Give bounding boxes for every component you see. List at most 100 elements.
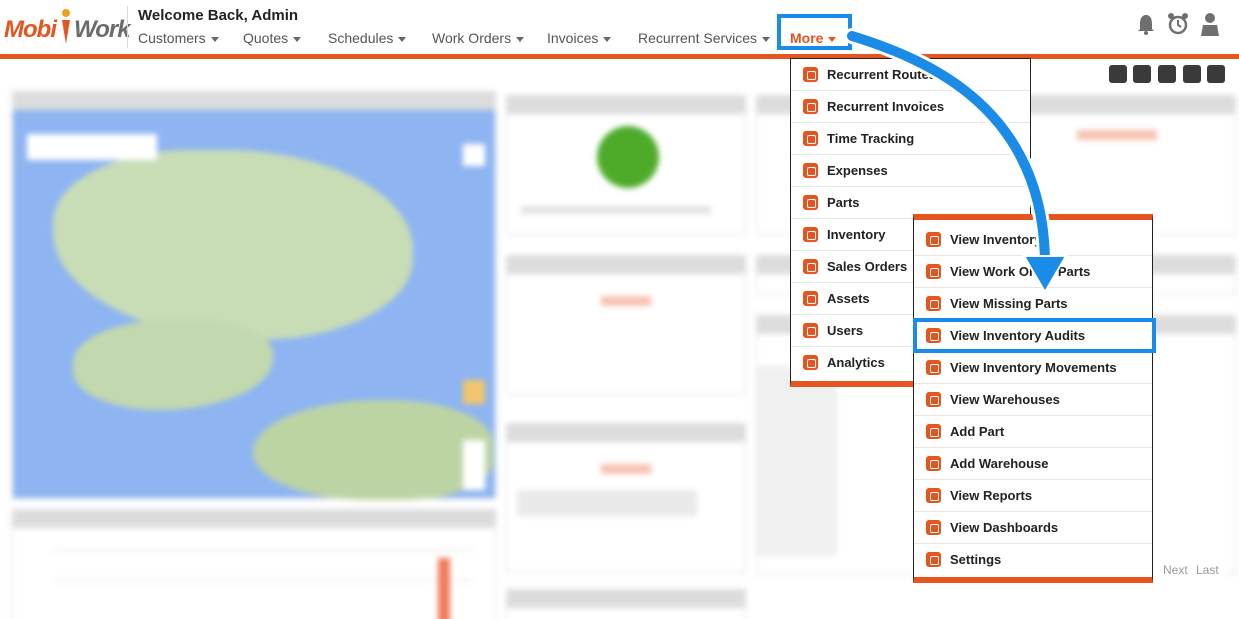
chevron-down-icon <box>398 36 407 42</box>
logo-text-work: Work <box>74 16 131 43</box>
nav-invoices[interactable]: Invoices <box>547 30 612 46</box>
export-icon[interactable] <box>1207 65 1225 83</box>
menu-item-label: Time Tracking <box>827 131 915 146</box>
submenu-item-label: View Work Order Parts <box>950 264 1091 279</box>
nav-recurrent-services-label: Recurrent Services <box>638 30 758 46</box>
help-icon[interactable] <box>1183 65 1201 83</box>
nav-quotes[interactable]: Quotes <box>243 30 302 46</box>
submenu-item-label: View Reports <box>950 488 1033 503</box>
submenu-view-reports[interactable]: View Reports <box>914 480 1152 512</box>
menu-item-recurrent-routes[interactable]: Recurrent Routes <box>791 59 1030 91</box>
stats-panel-a <box>506 255 746 395</box>
submenu-view-inventory-audits[interactable]: View Inventory Audits <box>914 320 1152 352</box>
submenu-item-label: Settings <box>950 552 1002 567</box>
audit-icon <box>926 328 941 343</box>
welcome-message: Welcome Back, Admin <box>138 7 299 24</box>
submenu-settings[interactable]: Settings <box>914 544 1152 576</box>
movements-icon <box>926 360 941 375</box>
edit-icon[interactable] <box>1133 65 1151 83</box>
pager-last[interactable]: Last <box>1196 563 1219 577</box>
pager-next[interactable]: Next <box>1163 563 1188 577</box>
parts-icon <box>803 195 818 210</box>
submenu-view-warehouses[interactable]: View Warehouses <box>914 384 1152 416</box>
inventory-icon <box>926 296 941 311</box>
sales-orders-icon <box>803 259 818 274</box>
submenu-view-inventory[interactable]: View Inventory <box>914 224 1152 256</box>
nav-schedules-label: Schedules <box>328 30 394 46</box>
stats-panel-b <box>506 423 746 573</box>
chevron-down-icon <box>603 36 612 42</box>
nav-schedules[interactable]: Schedules <box>328 30 407 46</box>
menu-item-time-tracking[interactable]: Time Tracking <box>791 123 1030 155</box>
submenu-add-warehouse[interactable]: Add Warehouse <box>914 448 1152 480</box>
nav-work-orders[interactable]: Work Orders <box>432 30 525 46</box>
logo-divider <box>127 6 128 48</box>
nav-work-orders-label: Work Orders <box>432 30 512 46</box>
chevron-down-icon <box>516 36 525 42</box>
submenu-item-label: View Inventory Movements <box>950 360 1117 375</box>
header-icons <box>1135 12 1225 38</box>
header-accent-bar <box>0 54 1239 59</box>
routes-icon <box>803 67 818 82</box>
submenu-view-dashboards[interactable]: View Dashboards <box>914 512 1152 544</box>
top-header: Mobi Work Welcome Back, Admin Customers … <box>0 0 1239 54</box>
submenu-item-label: View Dashboards <box>950 520 1059 535</box>
nav-customers-label: Customers <box>138 30 206 46</box>
submenu-item-label: View Inventory Audits <box>950 328 1086 343</box>
map-panel <box>12 91 496 500</box>
table-pager: Next Last <box>1153 552 1225 588</box>
expenses-icon <box>803 163 818 178</box>
menu-item-label: Recurrent Routes <box>827 67 937 82</box>
assets-icon <box>803 291 818 306</box>
inventory-icon <box>926 232 941 247</box>
submenu-item-label: View Warehouses <box>950 392 1060 407</box>
chevron-down-icon <box>210 36 219 42</box>
refresh-icon[interactable] <box>1109 65 1127 83</box>
user-icon[interactable] <box>1199 12 1221 36</box>
logo-text-mobi: Mobi <box>4 16 57 43</box>
save-icon[interactable] <box>1158 65 1176 83</box>
submenu-view-missing-parts[interactable]: View Missing Parts <box>914 288 1152 320</box>
bell-icon[interactable] <box>1135 12 1157 36</box>
menu-item-label: Sales Orders <box>827 259 908 274</box>
more-highlight-box <box>777 14 852 50</box>
menu-item-label: Analytics <box>827 355 885 370</box>
menu-item-label: Recurrent Invoices <box>827 99 945 114</box>
warehouse-icon <box>926 456 941 471</box>
status-panel <box>506 95 746 235</box>
warehouse-icon <box>926 392 941 407</box>
settings-icon <box>926 552 941 567</box>
submenu-item-label: View Inventory <box>950 232 1042 247</box>
submenu-item-label: Add Warehouse <box>950 456 1049 471</box>
alarm-clock-icon[interactable] <box>1167 12 1189 36</box>
inventory-icon <box>926 264 941 279</box>
analytics-icon <box>803 355 818 370</box>
menu-item-label: Assets <box>827 291 870 306</box>
menu-item-expenses[interactable]: Expenses <box>791 155 1030 187</box>
menu-item-label: Parts <box>827 195 860 210</box>
submenu-add-part[interactable]: Add Part <box>914 416 1152 448</box>
dollar-icon <box>803 99 818 114</box>
dashboard-icon <box>926 520 941 535</box>
stats-panel-c <box>506 589 746 619</box>
submenu-item-label: View Missing Parts <box>950 296 1068 311</box>
submenu-view-inventory-movements[interactable]: View Inventory Movements <box>914 352 1152 384</box>
nav-recurrent-services[interactable]: Recurrent Services <box>638 30 771 46</box>
submenu-item-label: Add Part <box>950 424 1005 439</box>
inventory-icon <box>803 227 818 242</box>
chevron-down-icon <box>293 36 302 42</box>
add-part-icon <box>926 424 941 439</box>
submenu-view-work-order-parts[interactable]: View Work Order Parts <box>914 256 1152 288</box>
nav-invoices-label: Invoices <box>547 30 599 46</box>
nav-customers[interactable]: Customers <box>138 30 219 46</box>
menu-item-label: Users <box>827 323 864 338</box>
nav-quotes-label: Quotes <box>243 30 289 46</box>
clock-icon <box>803 131 818 146</box>
inventory-submenu: View Inventory View Work Order Parts Vie… <box>913 214 1153 583</box>
users-icon <box>803 323 818 338</box>
menu-item-recurrent-invoices[interactable]: Recurrent Invoices <box>791 91 1030 123</box>
app-window: Mobi Work Welcome Back, Admin Customers … <box>0 0 1239 619</box>
menu-item-label: Expenses <box>827 163 888 178</box>
chevron-down-icon <box>762 36 771 42</box>
mobiwork-logo[interactable]: Mobi Work <box>4 8 131 48</box>
